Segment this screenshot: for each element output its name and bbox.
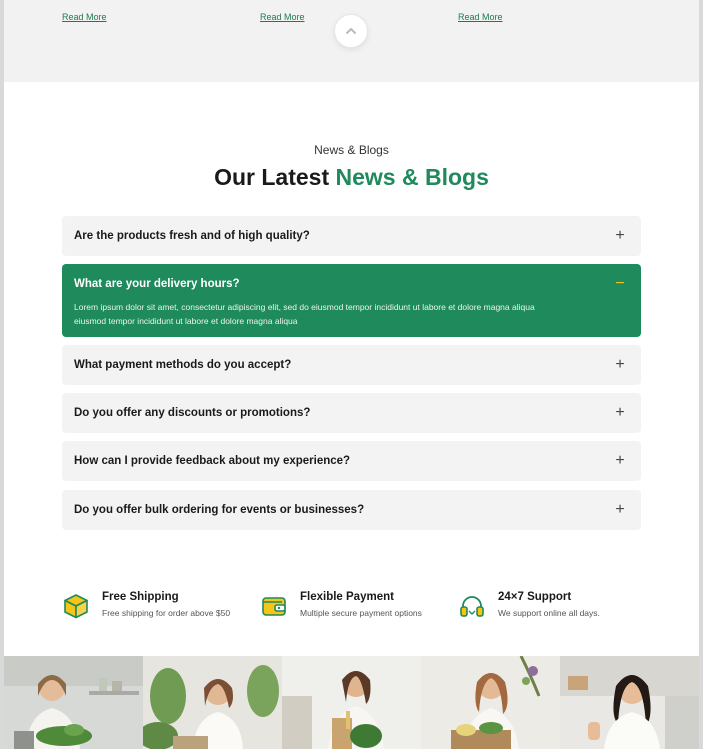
feature-title: Free Shipping <box>102 591 179 603</box>
feature-support: 24×7 Support We support online all days. <box>458 590 641 622</box>
faq-item-4[interactable]: Do you offer any discounts or promotions… <box>62 393 641 433</box>
plus-icon[interactable]: + <box>613 453 627 469</box>
minus-icon[interactable]: − <box>613 276 627 292</box>
feature-subtitle: Multiple secure payment options <box>300 608 422 618</box>
section-title: Our Latest News & Blogs <box>4 164 699 191</box>
plus-icon[interactable]: + <box>613 502 627 518</box>
previous-blogs-band: Read More Read More Read More <box>4 0 699 82</box>
feature-title: Flexible Payment <box>300 591 394 603</box>
faq-item-1[interactable]: Are the products fresh and of high quali… <box>62 216 641 256</box>
scroll-to-top-button[interactable] <box>334 14 368 48</box>
faq-question: Are the products fresh and of high quali… <box>74 230 310 242</box>
woman-holding-groceries-photo[interactable] <box>282 656 421 749</box>
photo-gallery <box>4 656 699 749</box>
woman-with-produce-box-photo[interactable] <box>421 656 560 749</box>
page-frame: Read More Read More Read More News & Blo… <box>4 0 699 749</box>
feature-subtitle: Free shipping for order above $50 <box>102 608 231 618</box>
section-eyebrow: News & Blogs <box>314 143 389 157</box>
plus-icon[interactable]: + <box>613 405 627 421</box>
read-more-link-1[interactable]: Read More <box>62 12 107 22</box>
feature-title: 24×7 Support <box>498 591 572 603</box>
box-icon <box>64 594 88 619</box>
plus-icon[interactable]: + <box>613 228 627 244</box>
woman-with-vegetables-photo[interactable] <box>4 656 143 749</box>
faq-question: Do you offer bulk ordering for events or… <box>74 504 365 516</box>
faq-item-3[interactable]: What payment methods do you accept? + <box>62 345 641 385</box>
wallet-icon <box>262 597 286 616</box>
chevron-up-icon <box>346 28 356 34</box>
woman-thumbs-up-photo[interactable] <box>560 656 699 749</box>
faq-item-2[interactable]: What are your delivery hours? − Lorem ip… <box>62 264 641 337</box>
feature-subtitle: We support online all days. <box>498 608 600 618</box>
faq-answer: Lorem ipsum dolor sit amet, consectetur … <box>74 302 535 326</box>
faq-question: Do you offer any discounts or promotions… <box>74 407 311 419</box>
woman-with-plants-photo[interactable] <box>143 656 282 749</box>
feature-free-shipping: Free Shipping Free shipping for order ab… <box>62 590 252 622</box>
section-title-accent: News & Blogs <box>335 164 489 190</box>
faq-item-6[interactable]: Do you offer bulk ordering for events or… <box>62 490 641 530</box>
faq-question: How can I provide feedback about my expe… <box>74 455 351 467</box>
read-more-link-2[interactable]: Read More <box>260 12 305 22</box>
feature-flexible-payment: Flexible Payment Multiple secure payment… <box>260 590 450 622</box>
faq-question: What are your delivery hours? <box>74 278 240 290</box>
features-strip: Free Shipping Free shipping for order ab… <box>62 590 641 622</box>
read-more-link-3[interactable]: Read More <box>458 12 503 22</box>
faq-item-5[interactable]: How can I provide feedback about my expe… <box>62 441 641 481</box>
section-title-plain: Our Latest <box>214 164 336 190</box>
faq-question: What payment methods do you accept? <box>74 359 292 371</box>
headset-icon <box>460 596 484 617</box>
plus-icon[interactable]: + <box>613 357 627 373</box>
